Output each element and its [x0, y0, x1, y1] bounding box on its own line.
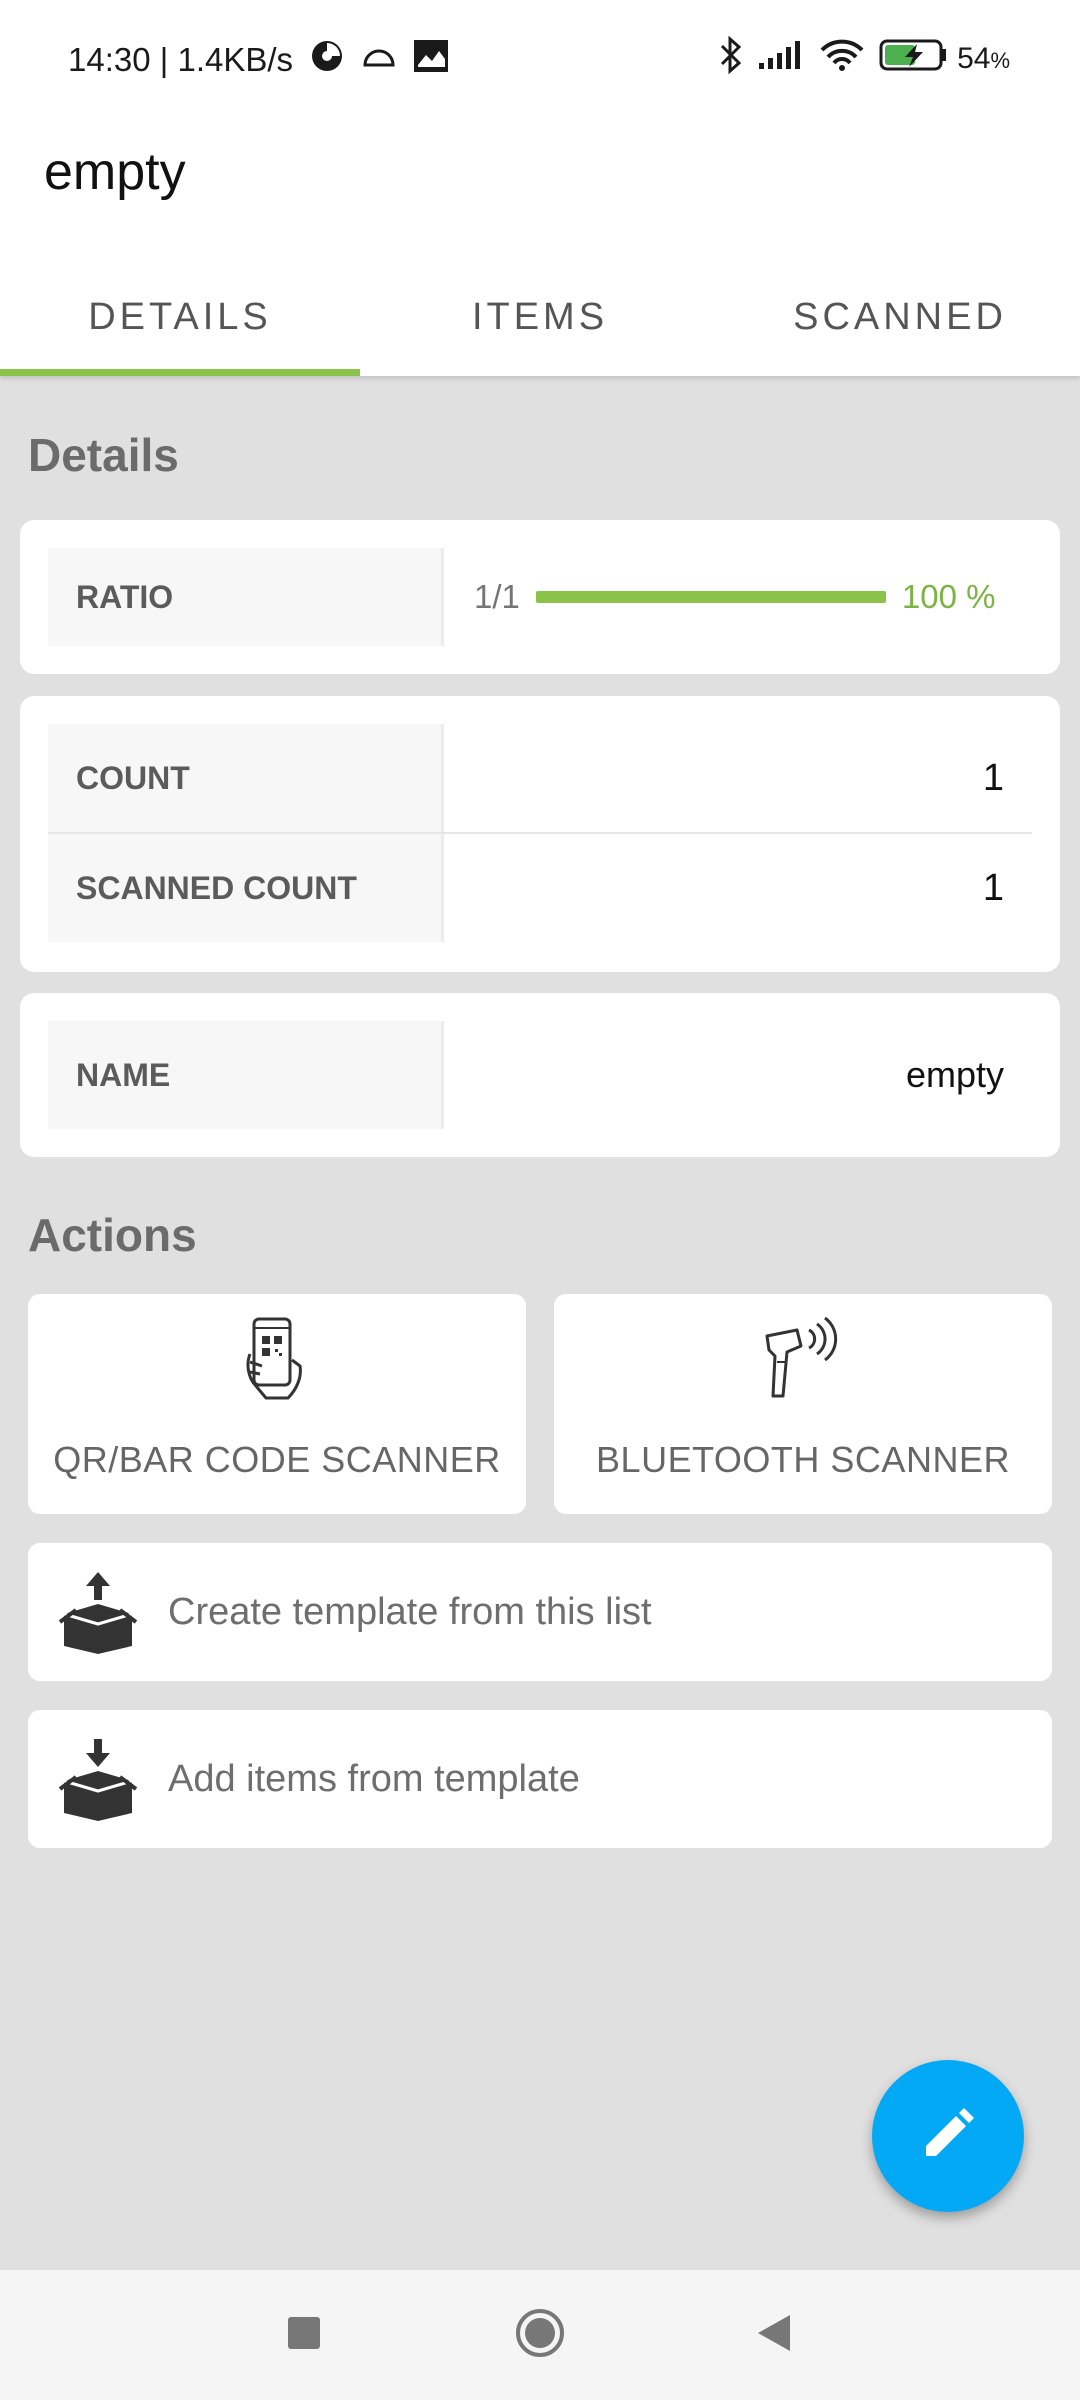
qr-scanner-button[interactable]: QR/BAR CODE SCANNER [28, 1294, 526, 1514]
actions-section-title: Actions [28, 1209, 197, 1261]
tab-items[interactable]: ITEMS [360, 258, 720, 376]
wifi-icon [819, 38, 865, 80]
name-card: NAME empty [20, 993, 1060, 1157]
create-template-label: Create template from this list [168, 1590, 652, 1633]
scanned-count-value: 1 [982, 866, 1004, 909]
name-row[interactable]: NAME empty [48, 1021, 1032, 1129]
status-time: 14:30 | 1.4KB/s [68, 41, 294, 78]
qr-scanner-label: QR/BAR CODE SCANNER [53, 1439, 501, 1480]
add-from-template-label: Add items from template [168, 1757, 580, 1800]
ratio-fraction: 1/1 [474, 578, 520, 615]
scanned-count-row: SCANNED COUNT 1 [48, 834, 1032, 942]
bluetooth-scanner-label: BLUETOOTH SCANNER [596, 1439, 1010, 1480]
create-template-button[interactable]: Create template from this list [28, 1543, 1052, 1681]
recent-apps-button[interactable] [244, 2270, 364, 2400]
home-button[interactable] [480, 2270, 600, 2400]
name-value: empty [905, 1054, 1004, 1095]
page-title: empty [44, 143, 186, 201]
signal-icon [757, 39, 805, 79]
battery-level: 54% [957, 42, 1010, 75]
tab-details[interactable]: DETAILS [0, 258, 360, 376]
square-icon [287, 2316, 321, 2355]
barcode-gun-icon [554, 1316, 1052, 1406]
bluetooth-scanner-button[interactable]: BLUETOOTH SCANNER [554, 1294, 1052, 1514]
circle-icon [514, 2307, 566, 2364]
data-saver-icon [309, 38, 345, 82]
cloud-icon [361, 41, 397, 79]
triangle-back-icon [756, 2313, 792, 2358]
pencil-icon [920, 2106, 976, 2167]
back-button[interactable] [714, 2270, 834, 2400]
edit-fab-button[interactable] [872, 2060, 1024, 2212]
tab-bar: DETAILS ITEMS SCANNED [0, 258, 1080, 376]
count-card: COUNT 1 SCANNED COUNT 1 [20, 696, 1060, 972]
gallery-icon [413, 39, 449, 81]
box-download-icon [28, 1737, 168, 1821]
battery-charging-icon [879, 38, 949, 80]
ratio-label: RATIO [48, 548, 444, 646]
scanned-count-label: SCANNED COUNT [48, 834, 444, 942]
count-value: 1 [982, 756, 1004, 799]
phone-qr-icon [28, 1316, 526, 1406]
count-label: COUNT [48, 724, 444, 832]
tab-scanned[interactable]: SCANNED [720, 258, 1080, 376]
ratio-progress-bar [535, 591, 886, 603]
app-bar: empty [0, 118, 1080, 258]
ratio-progress-fill [535, 591, 886, 603]
system-nav-bar [0, 2270, 1080, 2400]
name-label: NAME [48, 1021, 444, 1129]
count-row: COUNT 1 [48, 724, 1032, 832]
ratio-percent: 100 % [901, 578, 996, 615]
ratio-card: RATIO 1/1 100 % [20, 520, 1060, 674]
box-upload-icon [28, 1570, 168, 1654]
ratio-row: RATIO 1/1 100 % [48, 548, 1032, 646]
bluetooth-icon [719, 35, 743, 82]
add-from-template-button[interactable]: Add items from template [28, 1710, 1052, 1848]
status-bar: 14:30 | 1.4KB/s 54% [0, 0, 1080, 118]
details-section-title: Details [28, 429, 179, 481]
